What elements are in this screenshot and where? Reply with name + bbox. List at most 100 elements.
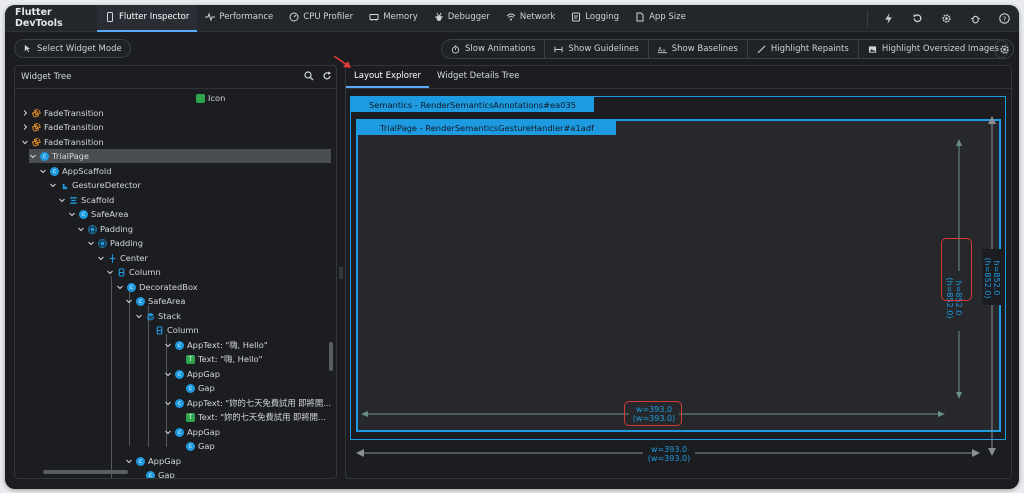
chevron-down-icon	[136, 314, 142, 319]
widget-label: AppText: "妳的七天免費試用 即將開...	[187, 398, 332, 408]
bug-report-button[interactable]	[961, 5, 990, 32]
chevron-right-icon	[23, 110, 28, 116]
button-label: Select Widget Mode	[37, 43, 122, 54]
chevron-right-icon	[23, 124, 28, 130]
highlight-repaints-toggle[interactable]: Highlight Repaints	[748, 40, 859, 58]
tab-logging[interactable]: Logging	[563, 5, 627, 32]
gesture-icon	[62, 183, 68, 189]
show-guidelines-toggle[interactable]: Show Guidelines	[545, 40, 649, 58]
tree-row-selected[interactable]: c TrialPage	[29, 149, 331, 163]
toggle-label: Highlight Oversized Images	[881, 44, 999, 54]
padding-icon	[88, 224, 97, 234]
tree-row[interactable]: c Gap	[186, 381, 215, 395]
panel-resize-handle[interactable]	[339, 267, 343, 279]
tree-row[interactable]: c SafeArea	[125, 294, 185, 308]
arrow-right-icon	[938, 411, 945, 417]
tab-memory[interactable]: Memory	[361, 5, 426, 32]
tree-row[interactable]: T Text: "嗨, Hello"	[186, 352, 262, 366]
inspector-settings-button[interactable]	[994, 39, 1014, 59]
tree-row[interactable]: Scaffold	[58, 193, 114, 207]
widget-label: Column	[167, 325, 199, 335]
vertical-scrollbar[interactable]	[329, 342, 333, 371]
tree-row[interactable]: T Text: "妳的七天免費試用 即將開...	[186, 410, 326, 424]
tab-flutter-inspector[interactable]: Flutter Inspector	[97, 5, 198, 32]
bug-icon	[434, 12, 443, 21]
chevron-down-icon	[69, 212, 75, 217]
tree-row[interactable]: GestureDetector	[49, 178, 141, 192]
tree-row[interactable]: c AppText: "妳的七天免費試用 即將開...	[164, 396, 331, 410]
padding-icon	[98, 238, 107, 248]
tab-app-size[interactable]: App Size	[627, 5, 694, 32]
widget-label: Text: "嗨, Hello"	[198, 354, 263, 364]
tree-guide	[148, 305, 149, 447]
tree-row[interactable]: c Gap	[146, 468, 175, 478]
app-title: Flutter DevTools	[15, 7, 63, 29]
slow-animations-toggle[interactable]: Slow Animations	[442, 40, 546, 58]
tree-row[interactable]: c AppGap	[164, 367, 220, 381]
widget-icon: c	[127, 282, 136, 292]
phone-icon	[107, 12, 113, 22]
widget-icon: c	[175, 398, 184, 408]
widget-icon: c	[146, 470, 155, 478]
tree-row[interactable]: c AppScaffold	[39, 164, 112, 178]
widget-label: Gap	[198, 383, 215, 393]
tree-guide	[129, 290, 130, 446]
tree-guide	[111, 276, 112, 478]
widget-tree: Icon FadeTransition FadeTransition FadeT…	[15, 90, 336, 478]
tab-performance[interactable]: Performance	[197, 5, 281, 32]
highlight-oversized-images-toggle[interactable]: Highlight Oversized Images	[859, 40, 1008, 58]
widget-icon: c	[186, 383, 195, 393]
tree-row[interactable]: c SafeArea	[68, 207, 128, 221]
baseline-icon: Aa	[657, 47, 667, 53]
transition-icon	[32, 108, 41, 118]
hot-restart-button[interactable]	[903, 5, 932, 32]
tree-row[interactable]: FadeTransition	[21, 106, 104, 120]
chevron-down-icon	[40, 169, 46, 174]
help-button[interactable]: ?	[990, 5, 1019, 32]
tree-row[interactable]: c Gap	[186, 439, 215, 453]
chevron-down-icon	[165, 401, 171, 406]
search-icon[interactable]	[304, 71, 314, 81]
horizontal-scrollbar[interactable]	[43, 470, 128, 474]
tab-label: Flutter Inspector	[119, 12, 190, 22]
stack-icon	[146, 312, 155, 321]
file-icon	[636, 12, 644, 22]
chevron-down-icon	[50, 183, 56, 188]
tree-row[interactable]: Icon	[196, 91, 225, 105]
tree-row[interactable]: Column	[155, 323, 199, 337]
lightning-icon	[885, 13, 892, 24]
tree-row[interactable]: FadeTransition	[21, 135, 104, 149]
chevron-down-icon	[30, 154, 36, 159]
highlight-annotation	[941, 238, 972, 301]
outer-width-text: w=393.0 (w=393.0)	[643, 445, 695, 463]
gear-icon	[999, 44, 1009, 54]
tree-row[interactable]: Stack	[135, 309, 181, 323]
show-baselines-toggle[interactable]: Aa Show Baselines	[649, 40, 748, 58]
column-icon	[118, 267, 125, 277]
tab-cpu-profiler[interactable]: CPU Profiler	[281, 5, 361, 32]
tree-row[interactable]: c AppGap	[164, 425, 220, 439]
tree-row[interactable]: Padding	[87, 236, 143, 250]
tree-row[interactable]: Column	[106, 265, 161, 279]
tab-debugger[interactable]: Debugger	[426, 5, 498, 32]
tab-network[interactable]: Network	[498, 5, 564, 32]
restart-icon	[913, 14, 922, 23]
tree-row[interactable]: c AppGap	[125, 454, 181, 468]
chevron-down-icon	[126, 299, 132, 304]
hot-reload-button[interactable]	[874, 5, 903, 32]
arrow-down-icon	[988, 448, 996, 456]
tree-row[interactable]: c AppText: "嗨, Hello"	[164, 338, 268, 352]
select-widget-mode-button[interactable]: Select Widget Mode	[14, 39, 131, 58]
chevron-down-icon	[117, 285, 123, 290]
settings-button[interactable]	[932, 5, 961, 32]
widget-label: FadeTransition	[44, 108, 104, 118]
tree-row[interactable]: FadeTransition	[21, 120, 104, 134]
tree-row[interactable]: Padding	[77, 222, 133, 236]
chevron-down-icon	[59, 198, 65, 203]
widget-label: AppScaffold	[62, 166, 112, 176]
chevron-down-icon	[107, 270, 113, 275]
wifi-icon	[506, 13, 516, 21]
tree-row[interactable]: c DecoratedBox	[116, 280, 198, 294]
refresh-icon[interactable]	[322, 71, 332, 81]
tree-row[interactable]: Center	[97, 251, 148, 265]
